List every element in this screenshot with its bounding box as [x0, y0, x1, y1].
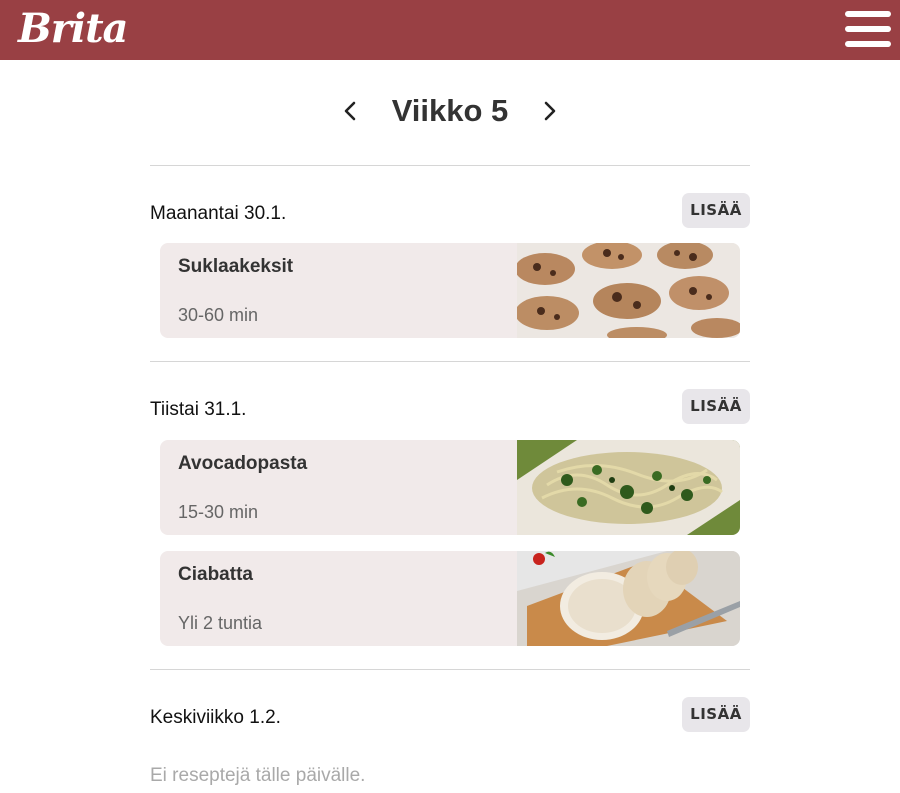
recipe-time: Yli 2 tuntia: [178, 613, 263, 633]
day-label-wednesday: Keskiviikko 1.2.: [150, 707, 281, 728]
menu-line: [845, 26, 891, 32]
ciabatta-bread-image: [517, 551, 740, 646]
recipe-time: 30-60 min: [178, 305, 259, 325]
week-title: Viikko 5: [391, 93, 509, 128]
recipe-title: Avocadopasta: [178, 453, 308, 474]
chocolate-cookies-image: [517, 243, 740, 338]
recipe-card-ciabatta[interactable]: Ciabatta Yli 2 tuntia: [160, 551, 740, 646]
add-recipe-button-monday[interactable]: LISÄÄ: [682, 193, 750, 228]
recipe-title: Ciabatta: [178, 564, 253, 585]
menu-line: [845, 11, 891, 17]
recipe-time: 15-30 min: [178, 502, 259, 522]
hamburger-menu-icon[interactable]: [845, 11, 891, 47]
menu-line: [845, 41, 891, 47]
top-bar: Brita: [0, 0, 900, 60]
avocado-pasta-image: [517, 440, 740, 535]
empty-day-note: Ei reseptejä tälle päivälle.: [150, 765, 366, 786]
brita-logo[interactable]: Brita: [18, 4, 128, 54]
add-recipe-button-wednesday[interactable]: LISÄÄ: [682, 697, 750, 732]
recipe-card-suklaakeksit[interactable]: Suklaakeksit 30-60 min: [160, 243, 740, 338]
recipe-title: Suklaakeksit: [178, 256, 294, 277]
divider: [150, 669, 750, 670]
divider: [150, 361, 750, 362]
divider: [150, 165, 750, 166]
week-navigation: Viikko 5: [0, 88, 900, 134]
add-recipe-button-tuesday[interactable]: LISÄÄ: [682, 389, 750, 424]
recipe-card-avocadopasta[interactable]: Avocadopasta 15-30 min: [160, 440, 740, 535]
day-label-monday: Maanantai 30.1.: [150, 203, 287, 224]
chevron-right-icon[interactable]: [537, 99, 561, 123]
day-label-tuesday: Tiistai 31.1.: [150, 399, 247, 420]
